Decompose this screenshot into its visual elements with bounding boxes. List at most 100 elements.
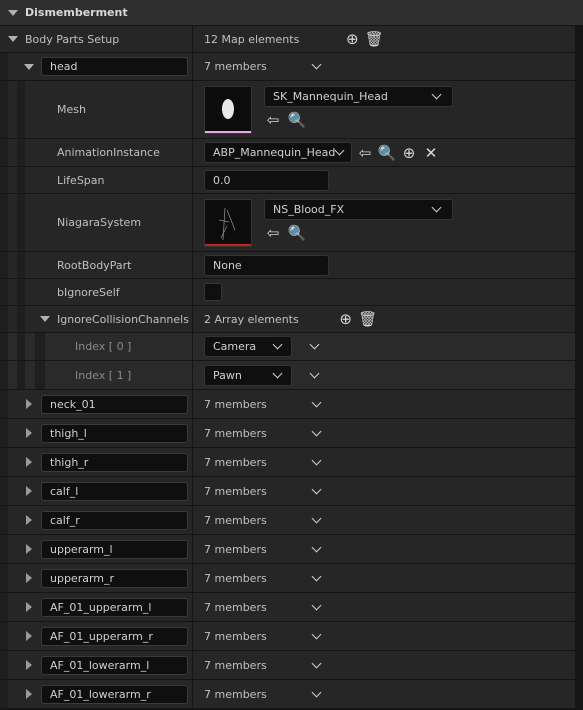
chevron-down-icon[interactable] (311, 513, 322, 523)
expand-arrow-icon[interactable] (26, 399, 32, 409)
map-entry-AF_01_upperarm_r: AF_01_upperarm_r 7 members (0, 622, 575, 651)
map-entry-AF_01_lowerarm_r: AF_01_lowerarm_r 7 members (0, 680, 575, 709)
browse-asset-icon[interactable]: 🔍 (288, 111, 307, 129)
item-options-chevron-icon[interactable] (309, 339, 320, 350)
add-element-icon[interactable]: ⊕ (337, 310, 355, 328)
map-key-input[interactable]: neck_01 (41, 395, 188, 414)
channel-dropdown[interactable]: Pawn (204, 364, 292, 386)
property-root-body-part: RootBodyPart None (0, 252, 575, 279)
members-count: 7 members (204, 513, 267, 527)
property-label: NiagaraSystem (57, 216, 142, 229)
map-key-input[interactable]: head (41, 57, 188, 76)
section-header-dismemberment[interactable]: Dismemberment (0, 0, 583, 26)
members-count: 7 members (204, 542, 267, 556)
property-label: bIgnoreSelf (57, 285, 120, 299)
map-key-input[interactable]: AF_01_upperarm_l (41, 598, 188, 617)
map-key-input[interactable]: AF_01_lowerarm_l (41, 656, 188, 675)
array-item-0: Index [ 0 ] Camera (0, 333, 575, 361)
root-body-part-input[interactable]: None (204, 254, 329, 276)
chevron-down-icon[interactable] (311, 571, 322, 581)
chevron-down-icon[interactable] (311, 426, 322, 436)
expand-arrow-icon[interactable] (26, 457, 32, 467)
members-count: 7 members (204, 571, 267, 585)
use-selected-icon[interactable]: ⇦ (264, 111, 282, 129)
array-count: 2 Array elements (204, 312, 299, 326)
chevron-down-icon[interactable] (311, 455, 322, 465)
chevron-down-icon[interactable] (311, 59, 322, 70)
map-entry-neck_01: neck_01 7 members (0, 390, 575, 419)
expand-arrow-icon[interactable] (26, 515, 32, 525)
map-key-input[interactable]: calf_r (41, 511, 188, 530)
array-index-label: Index [ 0 ] (75, 340, 132, 353)
chevron-down-icon[interactable] (311, 658, 322, 668)
members-count: 7 members (204, 455, 267, 469)
chevron-down-icon[interactable] (311, 629, 322, 639)
clear-icon[interactable]: ✕ (422, 144, 440, 162)
property-mesh: Mesh SK_Mannequin_Head ⇦ 🔍 (0, 81, 575, 139)
chevron-down-icon[interactable] (311, 542, 322, 552)
property-lifespan: LifeSpan 0.0 (0, 167, 575, 194)
expand-arrow-icon[interactable] (26, 486, 32, 496)
property-label: AnimationInstance (57, 146, 160, 159)
expand-arrow-icon[interactable] (26, 573, 32, 583)
add-icon[interactable]: ⊕ (400, 144, 418, 162)
niagara-thumbnail[interactable] (204, 199, 252, 247)
map-key-input[interactable]: calf_l (41, 482, 188, 501)
use-selected-icon[interactable]: ⇦ (264, 224, 282, 242)
mesh-asset-picker[interactable]: SK_Mannequin_Head (264, 86, 453, 107)
chevron-down-icon[interactable] (311, 600, 322, 610)
map-key-input[interactable]: thigh_l (41, 424, 188, 443)
channel-dropdown[interactable]: Camera (204, 336, 292, 357)
map-key-input[interactable]: thigh_r (41, 453, 188, 472)
members-count: 7 members (204, 687, 267, 701)
chevron-down-icon[interactable] (311, 484, 322, 494)
map-key-input[interactable]: upperarm_l (41, 540, 188, 559)
chevron-down-icon[interactable] (311, 397, 322, 407)
map-key-input[interactable]: upperarm_r (41, 569, 188, 588)
chevron-down-icon (272, 339, 283, 350)
chevron-down-icon (431, 202, 442, 213)
expand-arrow-icon[interactable] (26, 660, 32, 670)
map-entry-AF_01_lowerarm_l: AF_01_lowerarm_l 7 members (0, 651, 575, 680)
add-element-icon[interactable]: ⊕ (343, 30, 361, 48)
expand-arrow-icon[interactable] (26, 544, 32, 554)
chevron-down-icon (272, 368, 283, 378)
expand-arrow-icon[interactable] (26, 689, 32, 699)
ignore-self-checkbox[interactable] (204, 283, 222, 301)
map-key-input[interactable]: AF_01_upperarm_r (41, 627, 188, 646)
members-count: 7 members (204, 600, 267, 614)
chevron-down-icon[interactable] (311, 687, 322, 697)
collapse-arrow-icon[interactable] (40, 316, 50, 322)
property-niagara-system: NiagaraSystem NS_Blood_FX ⇦ 🔍 (0, 194, 575, 252)
details-panel: Dismemberment Body Parts Setup 12 Map el… (0, 0, 583, 710)
collapse-arrow-icon[interactable] (8, 36, 18, 42)
chevron-down-icon (431, 89, 442, 100)
niagara-asset-picker[interactable]: NS_Blood_FX (264, 199, 453, 220)
map-entry-upperarm_r: upperarm_r 7 members (0, 564, 575, 593)
mesh-thumbnail[interactable] (204, 86, 252, 134)
map-entry-thigh_r: thigh_r 7 members (0, 448, 575, 477)
use-selected-icon[interactable]: ⇦ (356, 144, 374, 162)
property-label: RootBodyPart (57, 258, 132, 272)
members-count: 7 members (204, 484, 267, 498)
map-count: 12 Map elements (204, 32, 300, 46)
trash-icon[interactable]: 🗑 (365, 30, 384, 48)
browse-asset-icon[interactable]: 🔍 (378, 144, 397, 162)
map-entry-calf_r: calf_r 7 members (0, 506, 575, 535)
members-count: 7 members (204, 426, 267, 440)
members-count: 7 members (204, 60, 267, 73)
expand-arrow-icon[interactable] (26, 602, 32, 612)
property-label: LifeSpan (57, 173, 105, 187)
collapse-arrow-icon[interactable] (8, 9, 18, 16)
item-options-chevron-icon[interactable] (309, 368, 320, 378)
map-key-input[interactable]: AF_01_lowerarm_r (41, 685, 188, 704)
expand-arrow-icon[interactable] (26, 631, 32, 641)
property-animation-instance: AnimationInstance ABP_Mannequin_Head ⇦ 🔍… (0, 139, 575, 167)
expand-arrow-icon[interactable] (26, 428, 32, 438)
trash-icon[interactable]: 🗑 (358, 310, 377, 328)
members-count: 7 members (204, 397, 267, 411)
anim-class-picker[interactable]: ABP_Mannequin_Head (204, 142, 352, 163)
lifespan-input[interactable]: 0.0 (204, 169, 329, 191)
collapse-arrow-icon[interactable] (24, 63, 34, 70)
browse-asset-icon[interactable]: 🔍 (288, 224, 307, 242)
